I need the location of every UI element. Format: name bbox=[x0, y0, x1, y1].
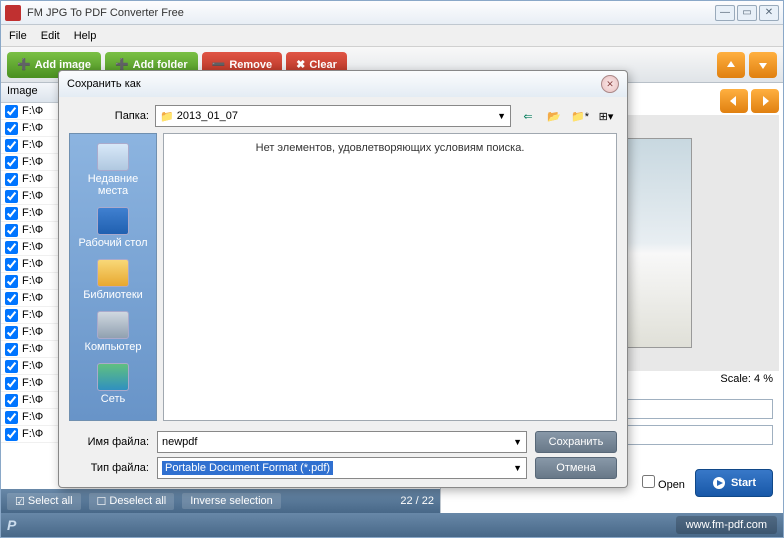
deselect-all-button[interactable]: ☐Deselect all bbox=[89, 493, 175, 510]
chevron-down-icon: ▼ bbox=[513, 463, 522, 473]
cancel-button[interactable]: Отмена bbox=[535, 457, 617, 479]
filetype-label: Тип файла: bbox=[69, 462, 149, 474]
save-as-dialog: Сохранить как ✕ Папка: 📁 2013_01_07 ▼ ⇐ … bbox=[58, 70, 628, 488]
menu-file[interactable]: File bbox=[9, 30, 27, 42]
row-text: F:\Ф bbox=[22, 105, 43, 117]
row-text: F:\Ф bbox=[22, 241, 43, 253]
row-checkbox[interactable] bbox=[5, 292, 18, 305]
paypal-icon[interactable]: P bbox=[7, 517, 16, 533]
file-list-area[interactable]: Нет элементов, удовлетворяющих условиям … bbox=[163, 133, 617, 421]
folder-value: 2013_01_07 bbox=[177, 110, 238, 122]
new-folder-button[interactable]: 📁* bbox=[569, 106, 591, 126]
dialog-titlebar: Сохранить как ✕ bbox=[59, 71, 627, 97]
place-recent[interactable]: Недавние места bbox=[72, 140, 154, 200]
row-text: F:\Ф bbox=[22, 139, 43, 151]
row-text: F:\Ф bbox=[22, 326, 43, 338]
move-down-button[interactable] bbox=[749, 52, 777, 78]
row-text: F:\Ф bbox=[22, 207, 43, 219]
menu-edit[interactable]: Edit bbox=[41, 30, 60, 42]
menubar: File Edit Help bbox=[1, 25, 783, 47]
places-bar: Недавние места Рабочий стол Библиотеки К… bbox=[69, 133, 157, 421]
titlebar: FM JPG To PDF Converter Free — ▭ ✕ bbox=[1, 1, 783, 25]
row-checkbox[interactable] bbox=[5, 275, 18, 288]
inverse-selection-button[interactable]: Inverse selection bbox=[182, 493, 281, 509]
row-text: F:\Ф bbox=[22, 309, 43, 321]
row-checkbox[interactable] bbox=[5, 156, 18, 169]
row-checkbox[interactable] bbox=[5, 360, 18, 373]
dialog-title: Сохранить как bbox=[67, 78, 601, 90]
place-libraries[interactable]: Библиотеки bbox=[72, 256, 154, 304]
chevron-down-icon: ▼ bbox=[497, 111, 506, 121]
row-text: F:\Ф bbox=[22, 122, 43, 134]
app-icon bbox=[5, 5, 21, 21]
open-checkbox-label[interactable]: Open bbox=[642, 475, 685, 491]
open-checkbox[interactable] bbox=[642, 475, 655, 488]
up-folder-button[interactable]: 📂 bbox=[543, 106, 565, 126]
row-checkbox[interactable] bbox=[5, 122, 18, 135]
selection-count: 22 / 22 bbox=[400, 495, 434, 507]
row-text: F:\Ф bbox=[22, 156, 43, 168]
filename-label: Имя файла: bbox=[69, 436, 149, 448]
row-text: F:\Ф bbox=[22, 258, 43, 270]
place-computer[interactable]: Компьютер bbox=[72, 308, 154, 356]
row-text: F:\Ф bbox=[22, 292, 43, 304]
close-button[interactable]: ✕ bbox=[759, 5, 779, 21]
row-text: F:\Ф bbox=[22, 224, 43, 236]
filetype-dropdown[interactable]: Portable Document Format (*.pdf)▼ bbox=[157, 457, 527, 479]
row-checkbox[interactable] bbox=[5, 394, 18, 407]
selection-bar: ☑Select all ☐Deselect all Inverse select… bbox=[1, 489, 440, 513]
menu-help[interactable]: Help bbox=[74, 30, 97, 42]
folder-dropdown[interactable]: 📁 2013_01_07 ▼ bbox=[155, 105, 511, 127]
status-bar: P www.fm-pdf.com bbox=[1, 513, 783, 537]
row-text: F:\Ф bbox=[22, 343, 43, 355]
row-checkbox[interactable] bbox=[5, 428, 18, 441]
chevron-down-icon: ▼ bbox=[513, 437, 522, 447]
folder-icon: 📁 bbox=[160, 110, 174, 123]
row-text: F:\Ф bbox=[22, 173, 43, 185]
website-link[interactable]: www.fm-pdf.com bbox=[676, 516, 777, 534]
row-checkbox[interactable] bbox=[5, 207, 18, 220]
folder-label: Папка: bbox=[69, 110, 149, 122]
row-text: F:\Ф bbox=[22, 377, 43, 389]
select-all-button[interactable]: ☑Select all bbox=[7, 493, 81, 510]
app-title: FM JPG To PDF Converter Free bbox=[27, 7, 715, 19]
move-up-button[interactable] bbox=[717, 52, 745, 78]
row-checkbox[interactable] bbox=[5, 173, 18, 186]
row-checkbox[interactable] bbox=[5, 258, 18, 271]
row-checkbox[interactable] bbox=[5, 343, 18, 356]
row-checkbox[interactable] bbox=[5, 139, 18, 152]
row-checkbox[interactable] bbox=[5, 241, 18, 254]
place-desktop[interactable]: Рабочий стол bbox=[72, 204, 154, 252]
row-text: F:\Ф bbox=[22, 360, 43, 372]
filename-input[interactable]: newpdf▼ bbox=[157, 431, 527, 453]
view-menu-button[interactable]: ⊞▾ bbox=[595, 106, 617, 126]
row-checkbox[interactable] bbox=[5, 224, 18, 237]
start-button[interactable]: Start bbox=[695, 469, 773, 497]
row-checkbox[interactable] bbox=[5, 326, 18, 339]
dialog-close-button[interactable]: ✕ bbox=[601, 75, 619, 93]
save-button[interactable]: Сохранить bbox=[535, 431, 617, 453]
row-text: F:\Ф bbox=[22, 394, 43, 406]
row-checkbox[interactable] bbox=[5, 377, 18, 390]
row-checkbox[interactable] bbox=[5, 309, 18, 322]
row-text: F:\Ф bbox=[22, 275, 43, 287]
next-image-button[interactable] bbox=[751, 89, 779, 113]
prev-image-button[interactable] bbox=[720, 89, 748, 113]
row-text: F:\Ф bbox=[22, 411, 43, 423]
row-checkbox[interactable] bbox=[5, 105, 18, 118]
place-network[interactable]: Сеть bbox=[72, 360, 154, 408]
row-text: F:\Ф bbox=[22, 428, 43, 440]
empty-message: Нет элементов, удовлетворяющих условиям … bbox=[256, 142, 525, 154]
maximize-button[interactable]: ▭ bbox=[737, 5, 757, 21]
back-button[interactable]: ⇐ bbox=[517, 106, 539, 126]
row-text: F:\Ф bbox=[22, 190, 43, 202]
row-checkbox[interactable] bbox=[5, 411, 18, 424]
row-checkbox[interactable] bbox=[5, 190, 18, 203]
minimize-button[interactable]: — bbox=[715, 5, 735, 21]
